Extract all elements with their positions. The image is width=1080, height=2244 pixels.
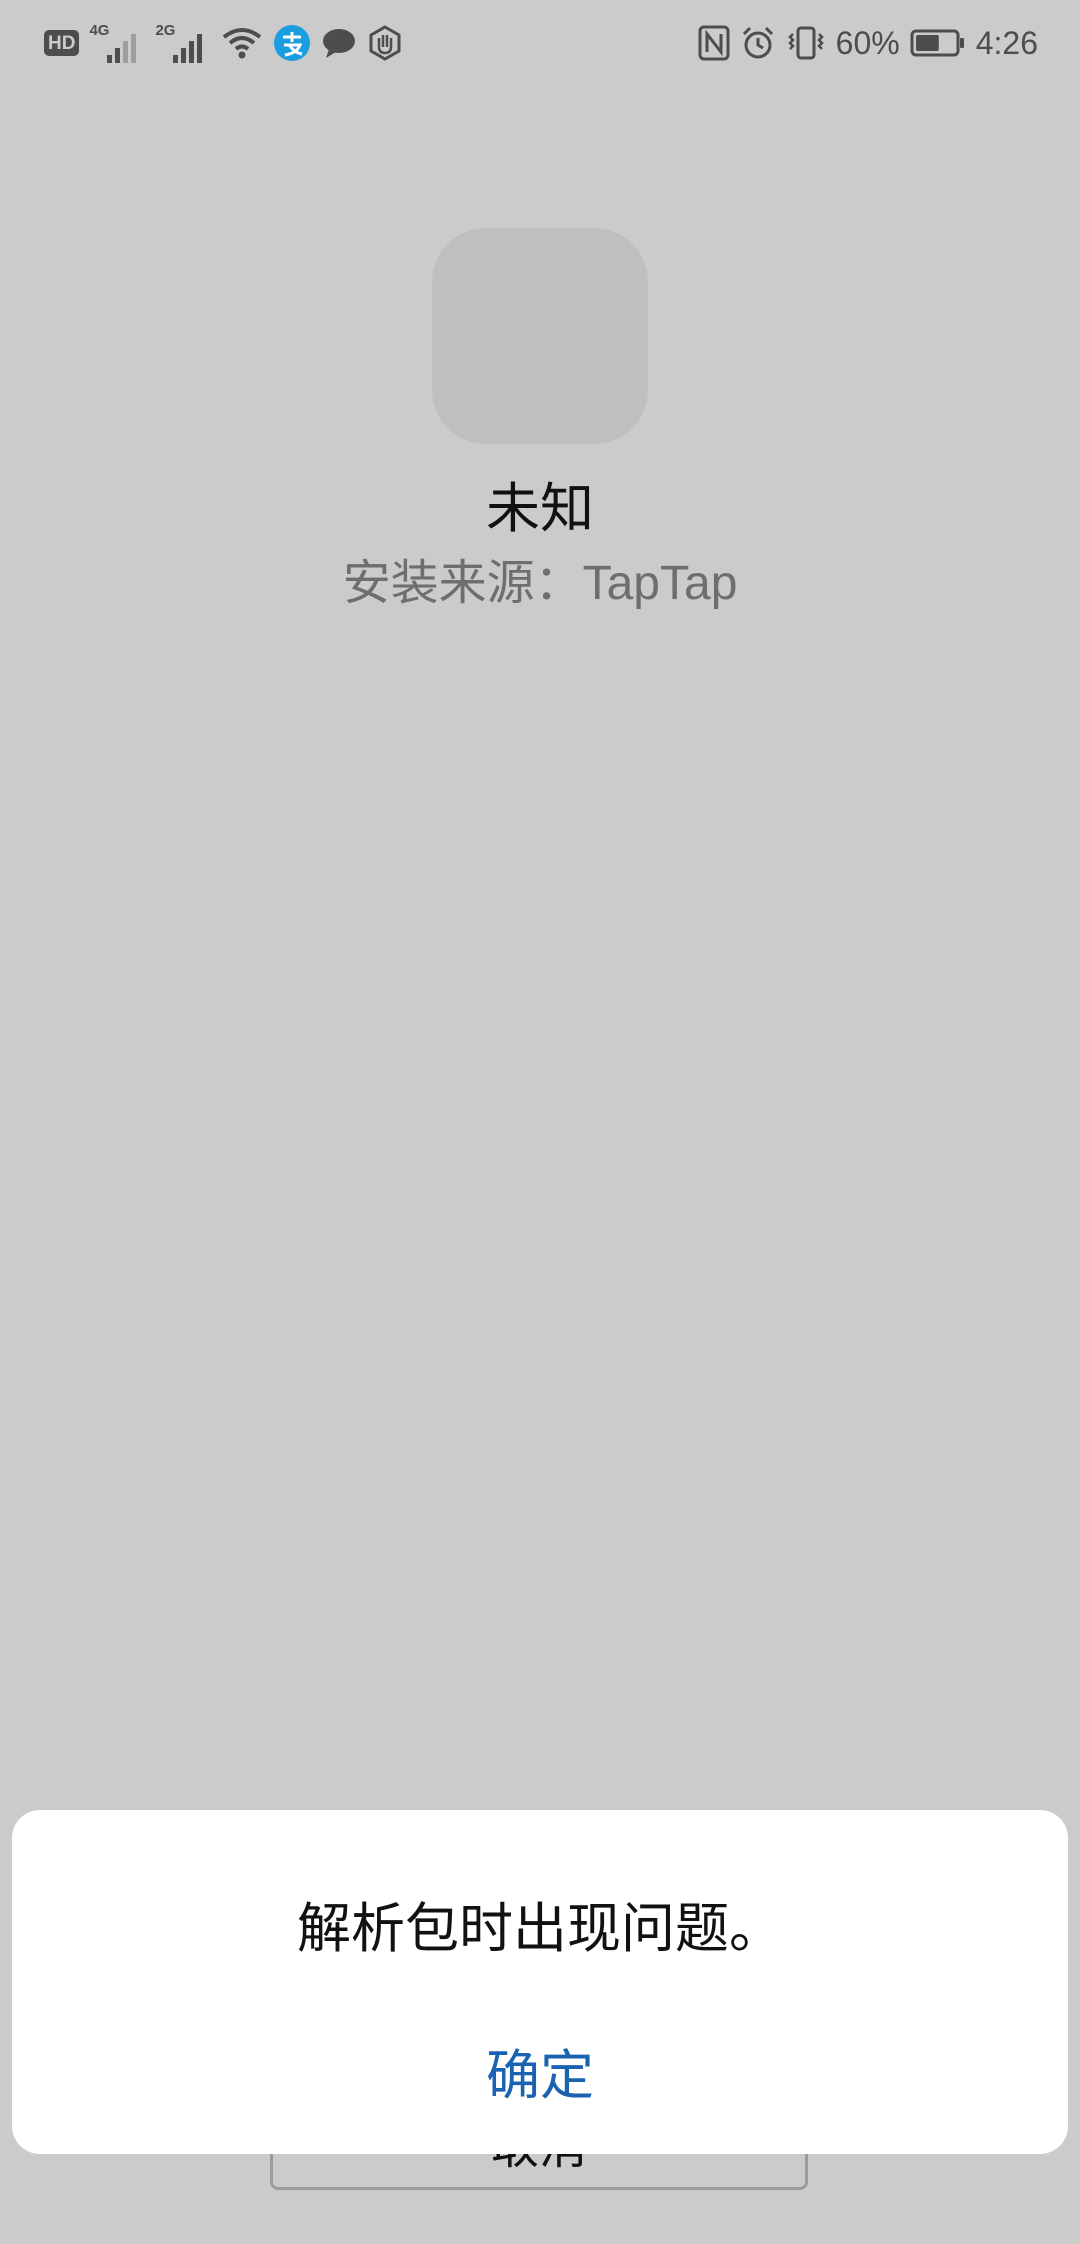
install-source: 安装来源：TapTap (0, 548, 1080, 619)
network-type-label: 2G (155, 22, 176, 39)
vibrate-icon (786, 25, 826, 61)
hand-icon (367, 25, 403, 61)
install-source-label: 安装来源： (342, 555, 583, 611)
app-name: 未知 (486, 477, 594, 540)
error-dialog: 解析包时出现问题。 确定 (12, 1810, 1068, 2154)
battery-icon (910, 28, 966, 58)
wifi-icon (221, 26, 263, 60)
message-icon (321, 27, 357, 59)
network-type-label: 4G (89, 22, 110, 39)
alarm-icon (740, 25, 776, 61)
clock: 4:26 (975, 25, 1038, 61)
battery-percent: 60% (835, 25, 900, 61)
dialog-message: 解析包时出现问题。 (297, 1897, 783, 1960)
alipay-icon (273, 24, 311, 62)
nfc-icon (698, 25, 730, 61)
signal-2g-icon: 2G (155, 23, 211, 63)
signal-4g-icon: 4G (89, 23, 145, 63)
status-bar: HD 4G 2G 60% 4:26 (0, 0, 1080, 86)
hd-icon: HD (44, 30, 80, 56)
status-bar-right: 60% 4:26 (698, 18, 1038, 68)
status-bar-left: HD 4G 2G (44, 18, 403, 68)
install-source-value: TapTap (582, 557, 738, 610)
confirm-button[interactable]: 确定 (430, 2028, 650, 2124)
app-icon-placeholder (432, 228, 648, 444)
